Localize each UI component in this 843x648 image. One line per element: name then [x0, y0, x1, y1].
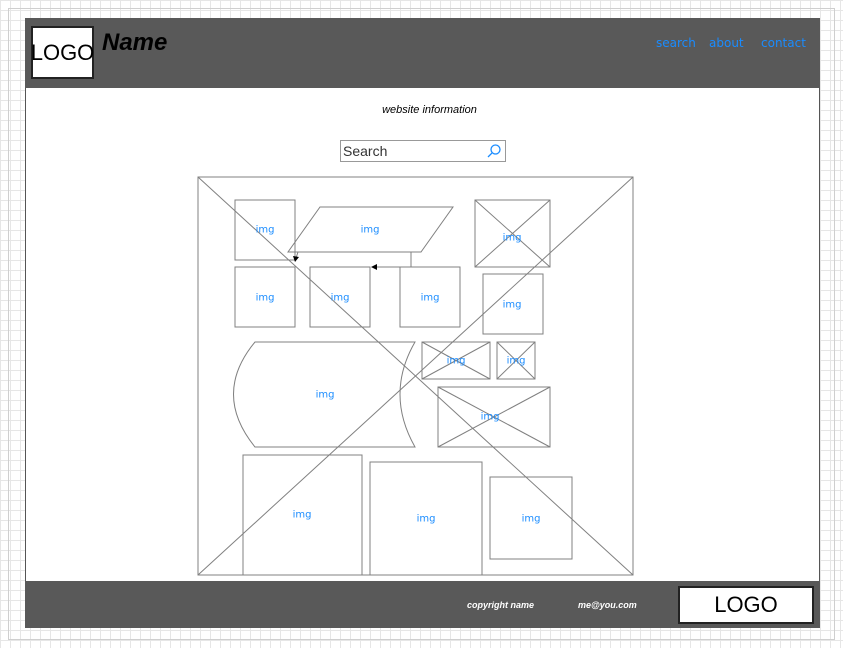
footer-logo[interactable]: LOGO [678, 586, 814, 624]
arrow-head-2 [293, 256, 299, 262]
image-label: img [420, 292, 440, 304]
image-label: img [255, 224, 275, 236]
image-label: img [416, 513, 436, 525]
image-label: img [360, 224, 380, 236]
image-label: img [315, 389, 335, 401]
image-label: img [502, 299, 522, 311]
image-label: img [446, 355, 466, 367]
image-label: img [502, 232, 522, 244]
connector-arrow [374, 252, 412, 268]
image-gallery [197, 176, 634, 576]
image-label: img [255, 292, 275, 304]
footer-copyright: copyright name [467, 600, 535, 610]
arrow-head [371, 264, 377, 270]
image-label: img [521, 513, 541, 525]
image-label: img [330, 292, 350, 304]
image-label: img [292, 509, 312, 521]
image-label: img [506, 355, 526, 367]
footer-email-link[interactable]: me@you.com [578, 600, 637, 610]
image-label: img [480, 411, 500, 423]
